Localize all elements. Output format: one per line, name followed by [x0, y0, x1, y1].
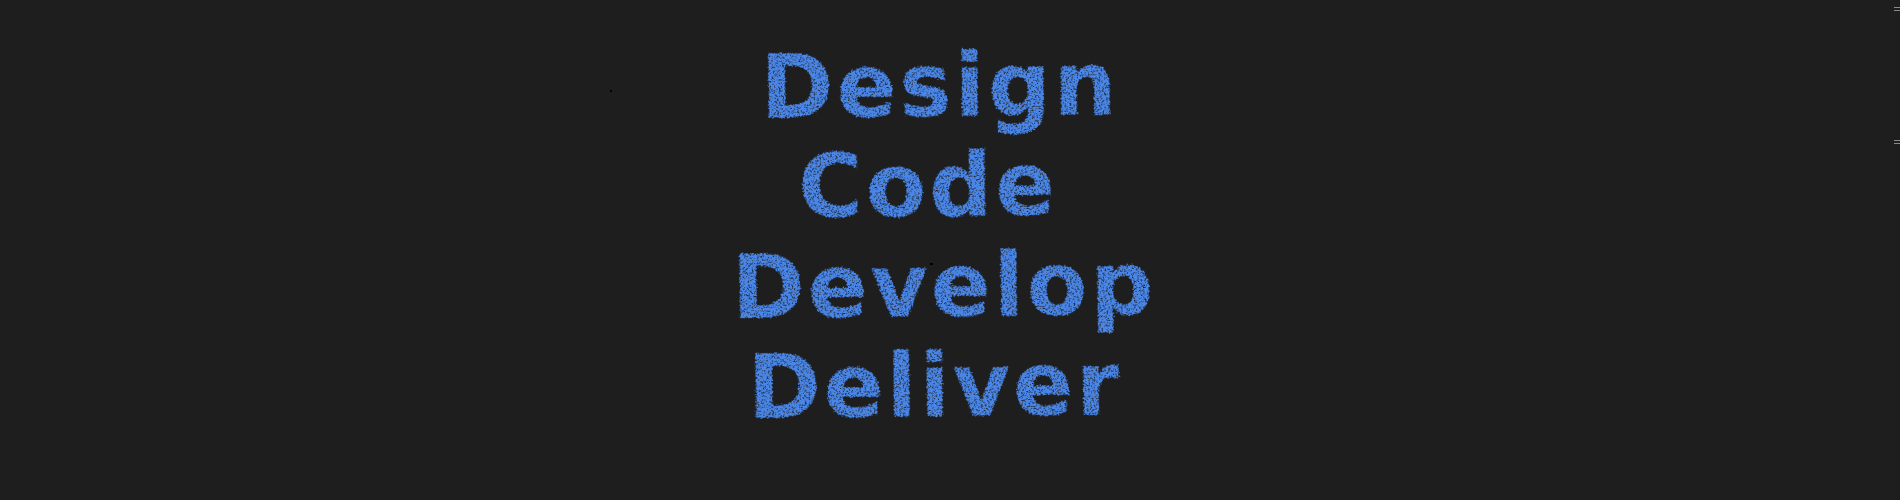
handwritten-banner: Design Code Develop Deliver — [0, 0, 1900, 500]
word-deliver: Deliver — [747, 332, 1123, 439]
edge-mark — [1894, 7, 1900, 8]
dust-speck — [610, 90, 612, 92]
edge-mark — [1894, 143, 1900, 144]
edge-mark — [1894, 140, 1900, 141]
word-stack: Design Code Develop Deliver — [0, 0, 1900, 500]
edge-mark — [1894, 10, 1900, 11]
dust-speck — [930, 263, 933, 265]
word-code: Code — [797, 132, 1059, 239]
